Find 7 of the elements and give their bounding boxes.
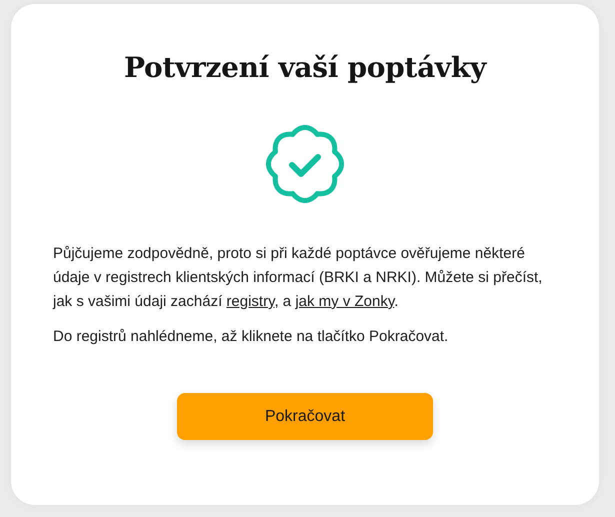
info-paragraph: Půjčujeme zodpovědně, proto si při každé poptávce ověřujeme některé údaje v registrech klientských informací (BRKI a NRKI). Můžete si přečíst, jak s vašimi údaji zachází registry, a jak my v Zonky. [53, 244, 544, 312]
verified-badge-icon [263, 122, 347, 206]
info-paragraph: Do registrů nahlédneme, až kliknete na tlačítko Pokračovat. [53, 327, 450, 347]
text-link[interactable]: jak my v Zonky [295, 293, 394, 310]
text-link[interactable]: registry [226, 293, 274, 310]
dialog-title: Potvrzení vaší poptávky [124, 50, 486, 86]
continue-button[interactable]: Pokračovat [177, 393, 433, 440]
